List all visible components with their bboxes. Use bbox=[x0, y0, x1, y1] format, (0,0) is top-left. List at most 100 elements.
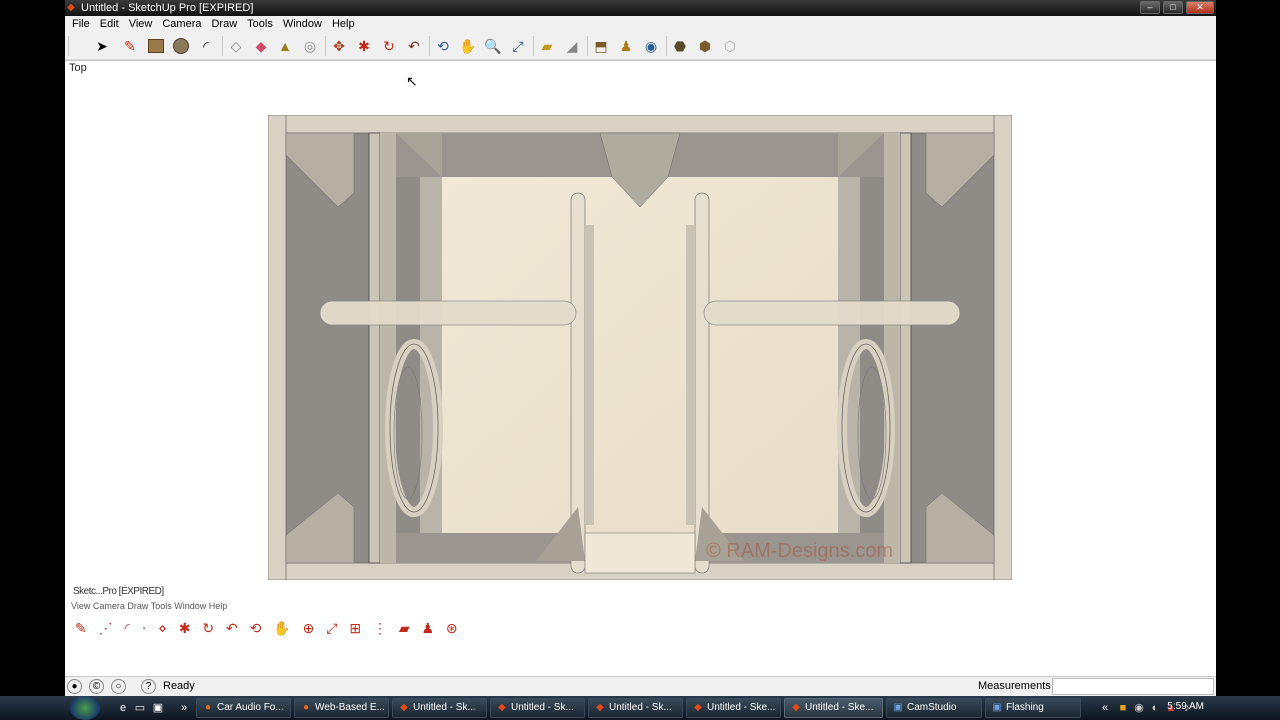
toolbar-separator bbox=[533, 36, 534, 56]
tray-app-icon[interactable]: ■ bbox=[1115, 700, 1131, 716]
menu-help[interactable]: Help bbox=[327, 18, 360, 30]
tray-volume-icon[interactable]: ◐ bbox=[1147, 700, 1163, 716]
close-button[interactable]: ✕ bbox=[1186, 1, 1214, 14]
task-label: Web-Based E... bbox=[315, 702, 385, 713]
menu-camera[interactable]: Camera bbox=[157, 18, 206, 30]
tray-network-icon[interactable]: ◉ bbox=[1131, 700, 1147, 716]
sketchup-icon: ◆ bbox=[498, 702, 506, 713]
sketchup-logo-icon: ◆ bbox=[67, 2, 75, 13]
watermark-text: © RAM-Designs.com bbox=[706, 540, 893, 562]
toolbar-separator bbox=[666, 36, 667, 56]
offset-icon[interactable]: ↶ bbox=[404, 36, 424, 56]
task-untitled-3[interactable]: ◆ Untitled - Sk... bbox=[588, 698, 683, 718]
clock[interactable]: 5:59 AM bbox=[1167, 701, 1204, 712]
credits-icon[interactable]: © bbox=[89, 679, 104, 694]
start-button[interactable] bbox=[70, 696, 100, 720]
push-pull-icon[interactable]: ▲ bbox=[275, 36, 295, 56]
pan-icon[interactable]: ✋ bbox=[458, 36, 478, 56]
system-tray: « ■ ◉ ◐ ▲ ♪ 5:59 AM bbox=[1095, 696, 1280, 720]
measurements-input[interactable] bbox=[1052, 678, 1214, 695]
task-label: CamStudio bbox=[907, 702, 957, 713]
menu-edit[interactable]: Edit bbox=[95, 18, 124, 30]
measurements-label: Measurements bbox=[978, 680, 1051, 692]
select-icon[interactable]: ➤ bbox=[92, 36, 112, 56]
paint-icon[interactable]: ◆ bbox=[251, 36, 271, 56]
toolbar-separator bbox=[222, 36, 223, 56]
show-desktop-icon[interactable]: ▭ bbox=[132, 700, 148, 716]
title-bar: ◆ Untitled - SketchUp Pro [EXPIRED] – □ … bbox=[65, 0, 1216, 16]
circle-icon[interactable] bbox=[171, 36, 191, 56]
view-label: Top bbox=[69, 62, 87, 74]
arc-icon[interactable]: ◜ bbox=[196, 36, 216, 56]
walk-icon[interactable]: ⬢ bbox=[695, 36, 715, 56]
firefox-icon: ● bbox=[302, 702, 310, 713]
ghost-overlay: Sketc...Pro [EXPIRED] View Camera Draw T… bbox=[69, 586, 1209, 666]
left-border bbox=[0, 0, 65, 696]
menu-bar: File Edit View Camera Draw Tools Window … bbox=[65, 16, 1216, 32]
geolocation-icon[interactable]: ● bbox=[67, 679, 82, 694]
minimize-button[interactable]: – bbox=[1140, 1, 1160, 14]
ie-icon[interactable]: e bbox=[115, 700, 131, 716]
protractor-icon[interactable]: ◢ bbox=[562, 36, 582, 56]
task-label: Untitled - Sk... bbox=[511, 702, 574, 713]
dimension-icon[interactable]: ♟ bbox=[616, 36, 636, 56]
user-icon[interactable]: ○ bbox=[111, 679, 126, 694]
status-bar: ● © ○ ? Ready Measurements bbox=[65, 676, 1216, 696]
task-camstudio[interactable]: ▣ CamStudio bbox=[886, 698, 982, 718]
rectangle-icon[interactable] bbox=[146, 36, 166, 56]
task-label: Untitled - Ske... bbox=[707, 702, 776, 713]
taskbar: e ▭ ▣ » ● Car Audio Fo... ● Web-Based E...… bbox=[0, 696, 1280, 720]
look-around-icon[interactable]: ⬡ bbox=[720, 36, 740, 56]
quicklaunch-expand-icon[interactable]: » bbox=[176, 700, 192, 716]
tray-expand-icon[interactable]: « bbox=[1097, 700, 1113, 716]
status-text: Ready bbox=[163, 680, 195, 692]
toolbar: ➤ ✎ ◜ ◇ ◆ ▲ ◎ ✥ ✱ ↻ ↶ ⟲ ✋ 🔍 ⤢ ▰ ◢ ⬒ ♟ ◉ … bbox=[65, 32, 1216, 60]
flashing-icon: ▣ bbox=[992, 702, 1002, 713]
task-label: Untitled - Sk... bbox=[413, 702, 476, 713]
sketchup-window: ◆ Untitled - SketchUp Pro [EXPIRED] – □ … bbox=[0, 0, 1280, 720]
orbit-icon[interactable]: ⟲ bbox=[433, 36, 453, 56]
drawing-viewport[interactable]: Top ↖ © RAM-Designs.com Sketc...Pro [EXP… bbox=[65, 60, 1216, 676]
text-icon[interactable]: ◉ bbox=[641, 36, 661, 56]
task-label: Untitled - Sk... bbox=[609, 702, 672, 713]
rotate-icon[interactable]: ✱ bbox=[354, 36, 374, 56]
window-title: Untitled - SketchUp Pro [EXPIRED] bbox=[81, 2, 254, 14]
toolbar-separator bbox=[429, 36, 430, 56]
menu-window[interactable]: Window bbox=[278, 18, 327, 30]
sketchup-icon: ◆ bbox=[400, 702, 408, 713]
menu-file[interactable]: File bbox=[67, 18, 95, 30]
task-untitled-5[interactable]: ◆ Untitled - Ske... bbox=[784, 698, 883, 718]
follow-me-icon[interactable]: ◎ bbox=[300, 36, 320, 56]
camstudio-icon: ▣ bbox=[893, 702, 903, 713]
toolbar-separator bbox=[325, 36, 326, 56]
menu-tools[interactable]: Tools bbox=[242, 18, 278, 30]
scale-icon[interactable]: ↻ bbox=[379, 36, 399, 56]
menu-draw[interactable]: Draw bbox=[206, 18, 242, 30]
task-web-based[interactable]: ● Web-Based E... bbox=[294, 698, 389, 718]
toolbar-separator bbox=[587, 36, 588, 56]
section-icon[interactable]: ⬒ bbox=[591, 36, 611, 56]
help-icon[interactable]: ? bbox=[141, 679, 156, 694]
menu-view[interactable]: View bbox=[124, 18, 158, 30]
task-untitled-1[interactable]: ◆ Untitled - Sk... bbox=[392, 698, 487, 718]
task-untitled-2[interactable]: ◆ Untitled - Sk... bbox=[490, 698, 585, 718]
eraser-icon[interactable]: ◇ bbox=[226, 36, 246, 56]
task-flashing[interactable]: ▣ Flashing bbox=[985, 698, 1081, 718]
zoom-icon[interactable]: 🔍 bbox=[483, 36, 503, 56]
task-label: Car Audio Fo... bbox=[217, 702, 284, 713]
tape-icon[interactable]: ▰ bbox=[537, 36, 557, 56]
firefox-icon: ● bbox=[204, 702, 212, 713]
zoom-extents-icon[interactable]: ⤢ bbox=[508, 36, 528, 56]
pencil-icon[interactable]: ✎ bbox=[120, 36, 140, 56]
maximize-button[interactable]: □ bbox=[1163, 1, 1183, 14]
task-untitled-4[interactable]: ◆ Untitled - Ske... bbox=[686, 698, 781, 718]
move-icon[interactable]: ✥ bbox=[329, 36, 349, 56]
task-car-audio[interactable]: ● Car Audio Fo... bbox=[196, 698, 291, 718]
switch-windows-icon[interactable]: ▣ bbox=[150, 700, 166, 716]
subwoofer-box-model[interactable]: © RAM-Designs.com bbox=[268, 115, 1012, 580]
right-border bbox=[1216, 0, 1280, 696]
task-label: Untitled - Ske... bbox=[805, 702, 874, 713]
axes-icon[interactable]: ⬣ bbox=[670, 36, 690, 56]
ghost-title: Sketc...Pro [EXPIRED] bbox=[73, 586, 164, 597]
task-label: Flashing bbox=[1006, 702, 1044, 713]
